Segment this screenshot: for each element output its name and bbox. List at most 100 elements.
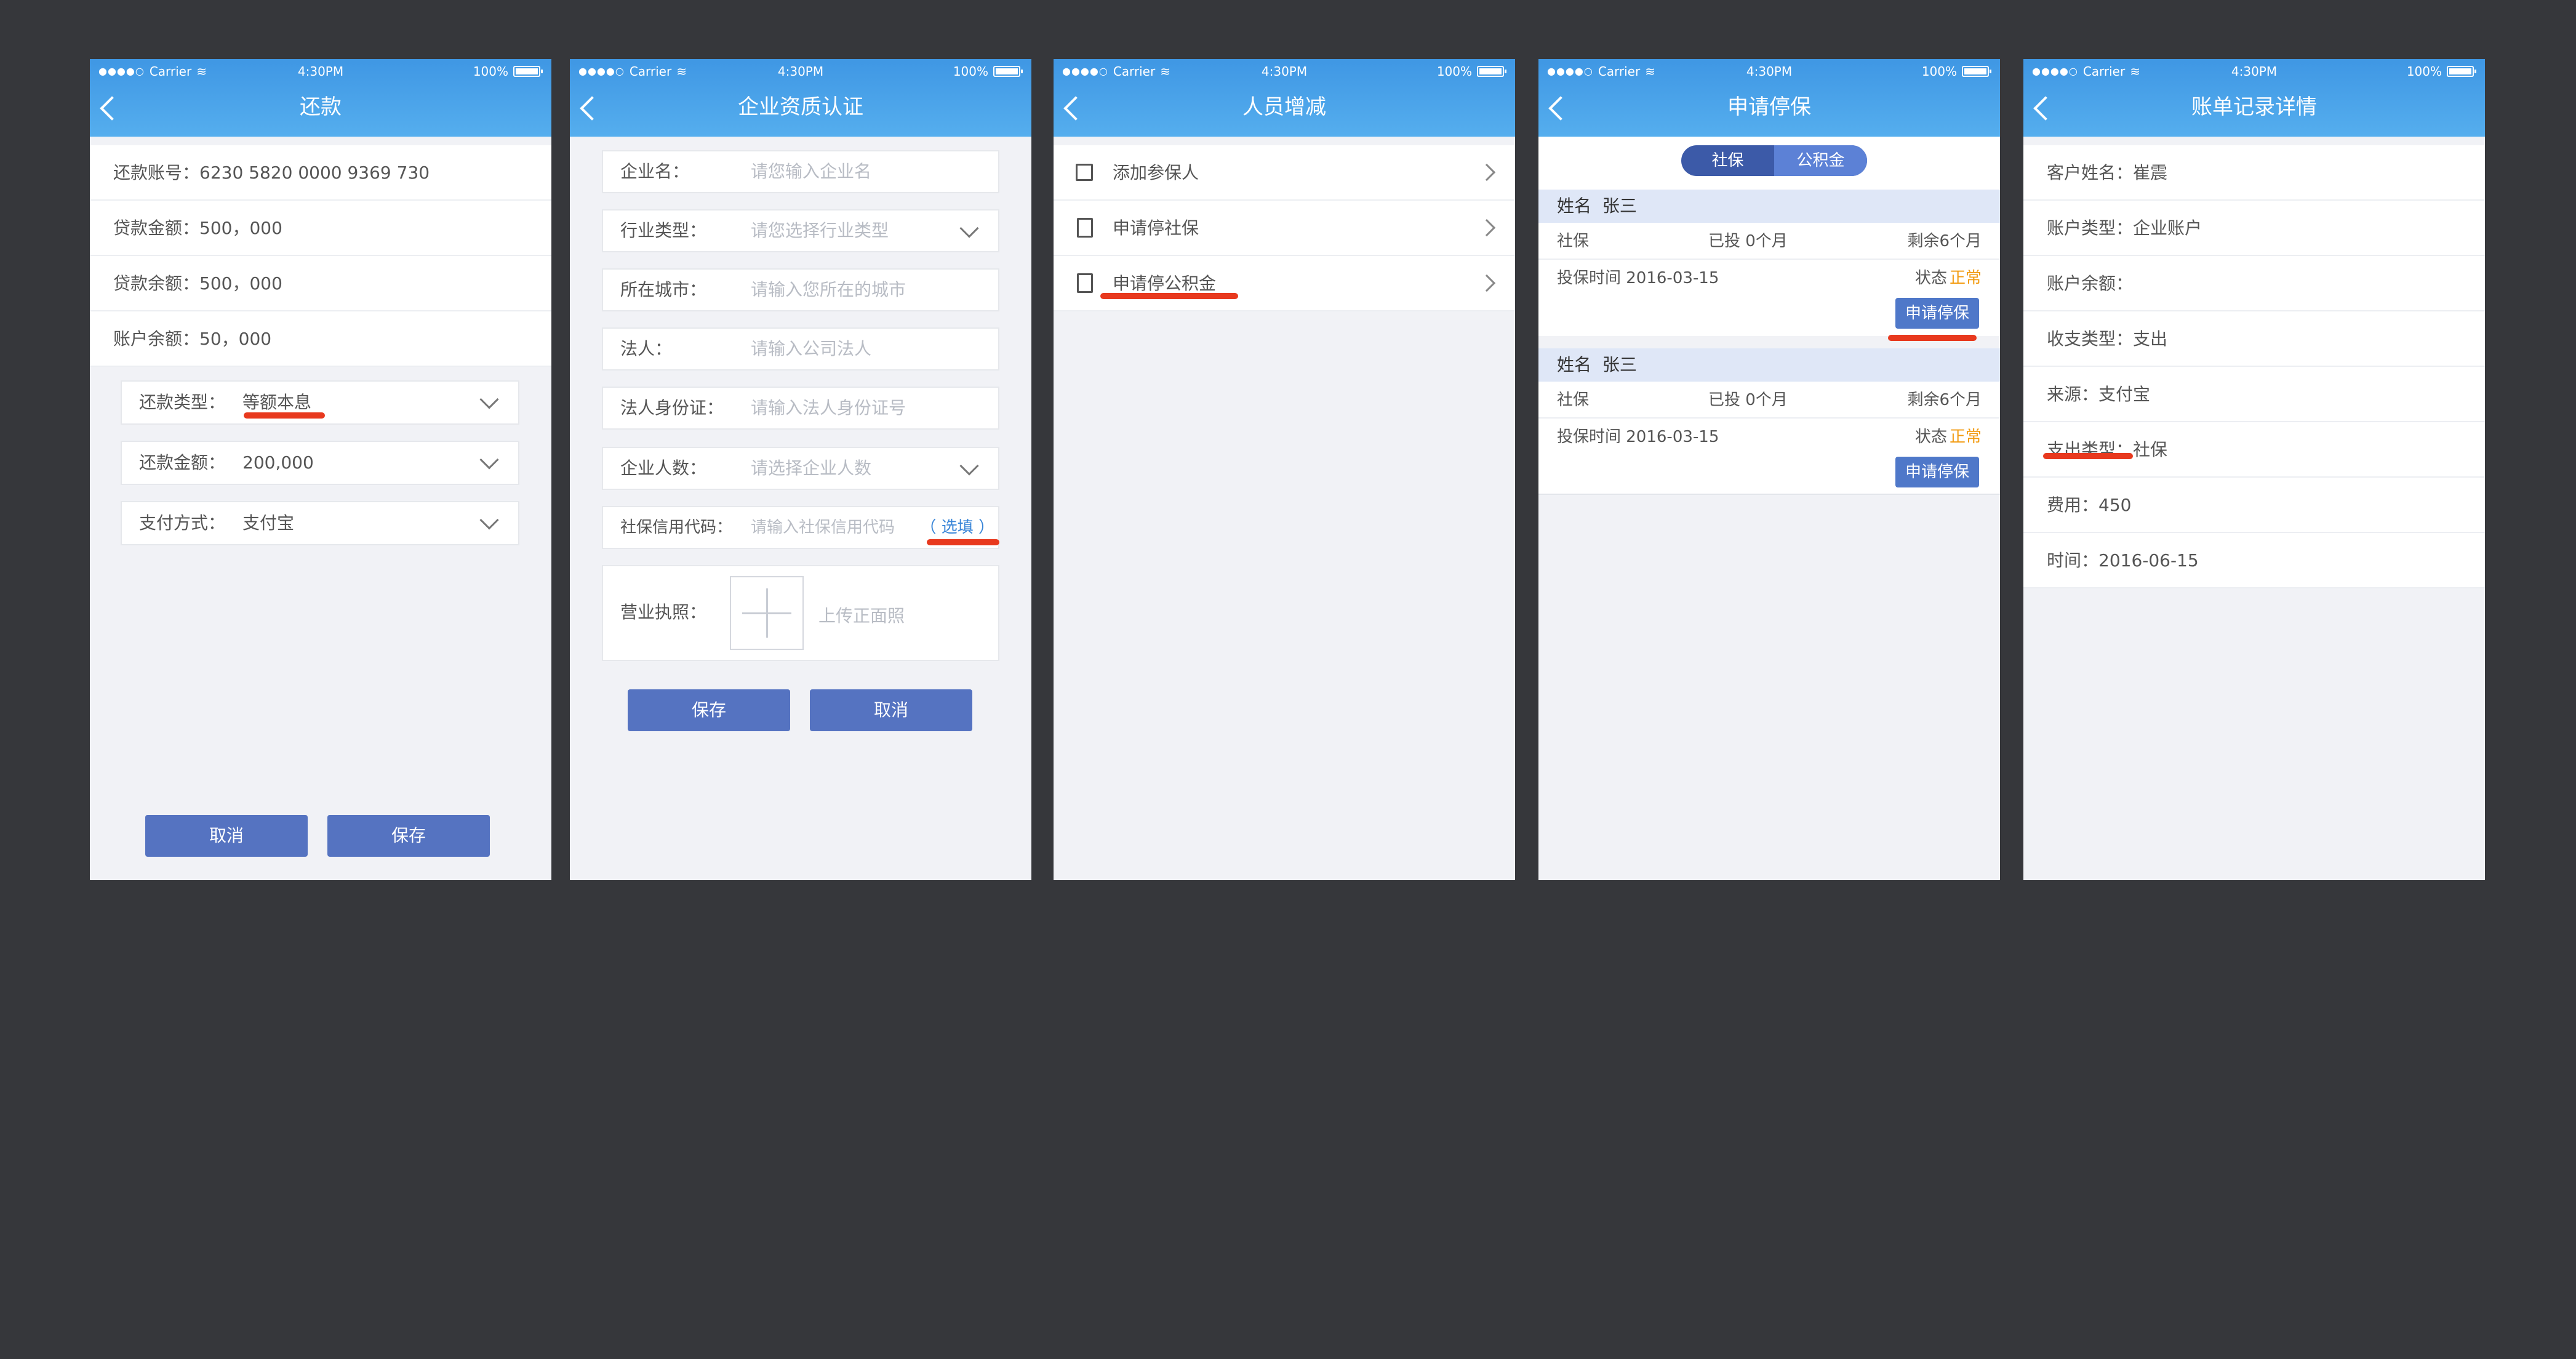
detail-row: 来源：支付宝 [2023, 367, 2485, 422]
status-label: 状态 [1914, 269, 1947, 287]
back-icon[interactable] [580, 96, 604, 121]
add-photo-icon[interactable] [730, 576, 804, 650]
employee-count-select[interactable]: 企业人数： 请选择企业人数 [602, 447, 999, 490]
battery-percent: 100% [1436, 64, 1472, 79]
battery-percent: 100% [1921, 64, 1957, 79]
person-name: 张三 [1602, 196, 1637, 216]
save-button[interactable]: 保存 [327, 815, 490, 857]
card-line: 社保 已投 0个月 剩余6个月 [1538, 382, 2000, 419]
status-bar: ●●●●○ Carrier ≋ 4:30PM 100% [2023, 59, 2485, 84]
field-placeholder: 请输入公司法人 [751, 339, 872, 359]
field-label: 还款金额： [139, 452, 226, 473]
menu-item-stop-housing-fund[interactable]: 申请停公积金 [1054, 256, 1515, 311]
field-label: 企业名： [620, 161, 690, 182]
screen-enterprise-certification: ●●●●○ Carrier ≋ 4:30PM 100% 企业资质认证 企业名： 请您… [570, 59, 1031, 880]
save-button[interactable]: 保存 [628, 689, 790, 731]
detail-row: 时间：2016-06-15 [2023, 533, 2485, 588]
industry-type-select[interactable]: 行业类型： 请您选择行业类型 [602, 209, 999, 252]
battery-icon [1962, 66, 1991, 77]
card-action-line: 申请停保 [1538, 455, 2000, 495]
back-icon[interactable] [100, 96, 124, 121]
info-row: 贷款金额：500，000 [90, 201, 551, 256]
field-label: 所在城市： [620, 279, 707, 300]
company-name-field[interactable]: 企业名： 请您输入企业名 [602, 150, 999, 193]
remaining-months: 剩余6个月 [1907, 391, 1982, 409]
field-placeholder: 请输入社保信用代码 [751, 518, 895, 537]
detail-row: 费用：450 [2023, 478, 2485, 533]
tab-housing-fund[interactable]: 公积金 [1774, 145, 1867, 176]
nav-bar: 企业资质认证 [570, 84, 1031, 137]
chevron-down-icon [959, 218, 979, 238]
back-icon[interactable] [1063, 96, 1088, 121]
page-title: 还款 [300, 95, 342, 119]
card-header: 姓名 张三 [1538, 190, 2000, 223]
cancel-button[interactable]: 取消 [810, 689, 972, 731]
tab-social-insurance[interactable]: 社保 [1681, 145, 1774, 176]
field-label: 营业执照： [620, 602, 707, 622]
field-placeholder: 请您选择行业类型 [751, 220, 889, 241]
city-field[interactable]: 所在城市： 请输入您所在的城市 [602, 268, 999, 311]
name-label: 姓名 [1557, 196, 1592, 216]
status-bar: ●●●●○ Carrier ≋ 4:30PM 100% [570, 59, 1031, 84]
detail-row: 账户类型：企业账户 [2023, 201, 2485, 256]
business-license-upload[interactable]: 营业执照： 上传正面照 [602, 565, 999, 661]
detail-row: 支出类型：社保 [2023, 422, 2485, 478]
screen-staff-changes: ●●●●○ Carrier ≋ 4:30PM 100% 人员增减 添加参保人 申请停… [1054, 59, 1515, 880]
info-row: 贷款余额：500，000 [90, 256, 551, 311]
field-label: 企业人数： [620, 458, 707, 478]
payment-method-select[interactable]: 支付方式： 支付宝 [121, 501, 519, 545]
status-bar: ●●●●○ Carrier ≋ 4:30PM 100% [90, 59, 551, 84]
back-icon[interactable] [2033, 96, 2058, 121]
back-icon[interactable] [1548, 96, 1573, 121]
battery-icon [513, 66, 543, 77]
screen-bill-detail: ●●●●○ Carrier ≋ 4:30PM 100% 账单记录详情 客户姓名：崔震… [2023, 59, 2485, 880]
document-icon [1077, 218, 1093, 238]
battery-icon [1477, 66, 1506, 77]
field-value: 支付宝 [242, 513, 295, 533]
field-label: 还款类型： [139, 392, 226, 412]
legal-person-field[interactable]: 法人： 请输入公司法人 [602, 327, 999, 371]
status-label: 状态 [1914, 428, 1947, 446]
field-placeholder: 请选择企业人数 [751, 458, 872, 478]
screen-stop-insurance: ●●●●○ Carrier ≋ 4:30PM 100% 申请停保 社保 公积金 姓名… [1538, 59, 2000, 880]
battery-icon [2447, 66, 2476, 77]
nav-bar: 还款 [90, 84, 551, 137]
highlight-mark [244, 412, 325, 419]
field-label: 法人身份证： [620, 398, 724, 418]
legal-id-field[interactable]: 法人身份证： 请输入法人身份证号 [602, 387, 999, 430]
page-title: 企业资质认证 [738, 95, 863, 119]
card-header: 姓名 张三 [1538, 348, 2000, 382]
paid-months: 已投 0个月 [1708, 232, 1788, 251]
battery-percent: 100% [953, 64, 988, 79]
highlight-mark [927, 539, 999, 545]
insured-time: 投保时间 2016-03-15 [1557, 428, 1719, 446]
status-bar: ●●●●○ Carrier ≋ 4:30PM 100% [1538, 59, 2000, 84]
remaining-months: 剩余6个月 [1907, 232, 1982, 251]
person-name: 张三 [1602, 355, 1637, 375]
top-bar: ●●●●○ Carrier ≋ 4:30PM 100% 企业资质认证 [570, 59, 1031, 137]
menu-item-add-insured[interactable]: 添加参保人 [1054, 145, 1515, 201]
stop-insurance-button[interactable]: 申请停保 [1895, 298, 1979, 329]
segment-control: 社保 公积金 [1681, 145, 1867, 176]
chevron-down-icon [479, 390, 499, 409]
cancel-button[interactable]: 取消 [145, 815, 308, 857]
stop-insurance-button[interactable]: 申请停保 [1895, 457, 1979, 487]
chevron-right-icon [1478, 163, 1496, 182]
insurance-card: 姓名 张三 社保 已投 0个月 剩余6个月 投保时间 2016-03-15 状态… [1538, 348, 2000, 495]
highlight-mark [1888, 335, 1977, 341]
info-row: 还款账号：6230 5820 0000 9369 730 [90, 145, 551, 201]
field-placeholder: 请您输入企业名 [751, 161, 872, 182]
insurance-type: 社保 [1557, 232, 1590, 251]
field-label: 社保信用代码： [620, 518, 733, 537]
highlight-mark [1100, 293, 1238, 299]
field-label: 支付方式： [139, 513, 226, 533]
field-placeholder: 请输入您所在的城市 [751, 279, 906, 300]
top-bar: ●●●●○ Carrier ≋ 4:30PM 100% 申请停保 [1538, 59, 2000, 137]
field-value: 200,000 [242, 452, 314, 473]
page-title: 申请停保 [1727, 95, 1811, 119]
battery-percent: 100% [473, 64, 508, 79]
menu-item-stop-social-insurance[interactable]: 申请停社保 [1054, 201, 1515, 256]
menu-item-label: 申请停社保 [1113, 218, 1199, 238]
detail-row: 账户余额： [2023, 256, 2485, 311]
repay-amount-select[interactable]: 还款金额： 200,000 [121, 441, 519, 485]
